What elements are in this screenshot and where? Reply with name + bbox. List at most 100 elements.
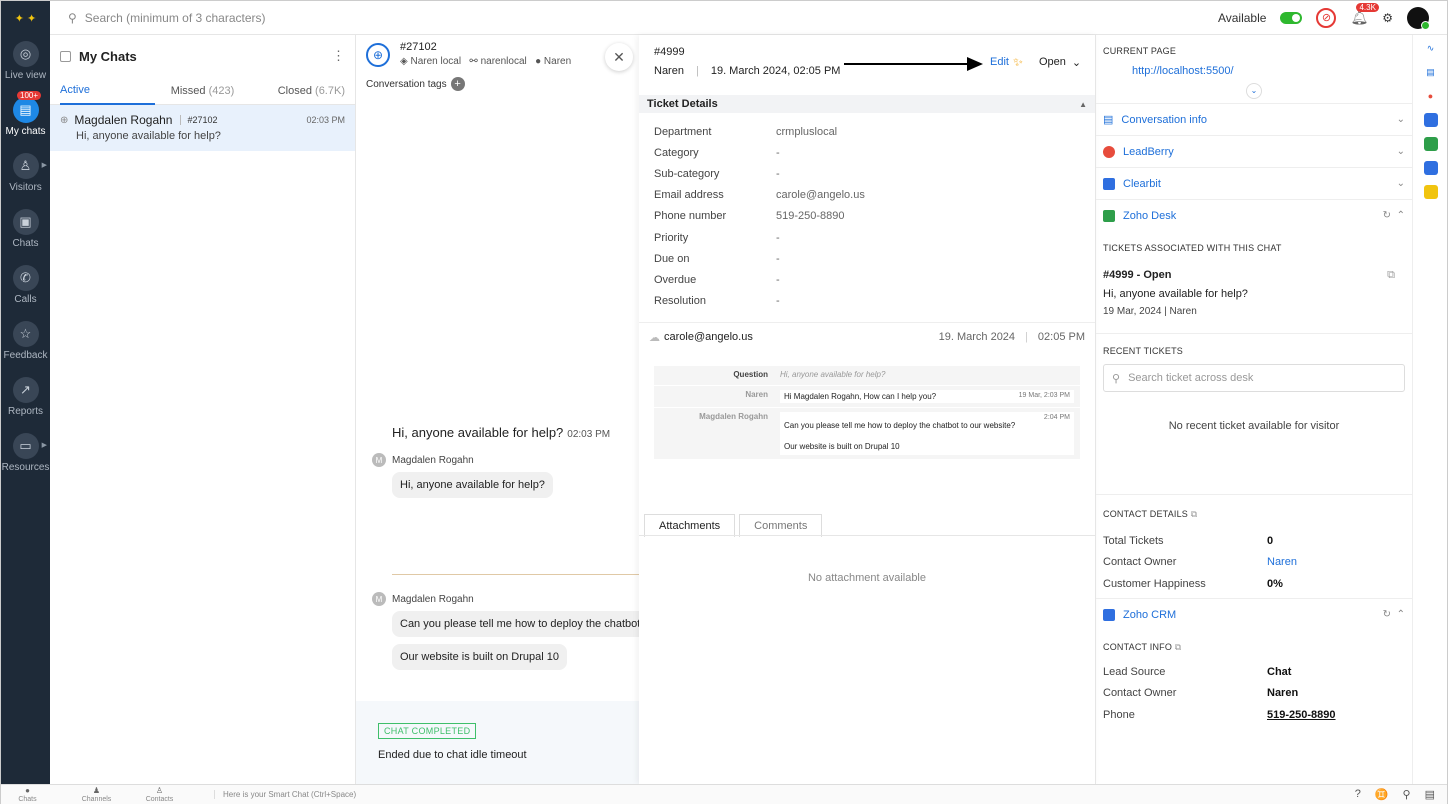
chat-bubble-icon: ▤ bbox=[12, 97, 39, 123]
contact-detail-row: Total Tickets 0 bbox=[1103, 530, 1405, 552]
current-page-link[interactable]: http://localhost:5500/ bbox=[1132, 65, 1405, 77]
section-clearbit[interactable]: Clearbit ⌄ bbox=[1096, 167, 1412, 199]
contact-info-value[interactable]: 519-250-8890 bbox=[1267, 709, 1336, 721]
associated-ticket[interactable]: #4999 - Open ⧉ bbox=[1103, 269, 1405, 282]
mail-icon: ☁ bbox=[649, 331, 660, 344]
leadberry-icon bbox=[1103, 145, 1115, 158]
zoho-desk-icon bbox=[1103, 209, 1115, 222]
nav-reports[interactable]: ↗ Reports bbox=[1, 371, 50, 427]
tab-comments[interactable]: Comments bbox=[739, 514, 823, 537]
message-bubble: Hi, anyone available for help? bbox=[392, 472, 553, 498]
search-input[interactable]: Search (minimum of 3 characters) bbox=[85, 11, 266, 25]
nav-calls[interactable]: ✆ Calls bbox=[1, 259, 50, 315]
nav-resources[interactable]: ▭ Resources ▶ bbox=[1, 427, 50, 483]
nav-visitors[interactable]: ♙ Visitors ▶ bbox=[1, 147, 50, 203]
visitor-avatar-icon: M bbox=[372, 592, 386, 606]
bell-icon[interactable]: 🔔︎ 4.3K bbox=[1350, 3, 1379, 26]
contact-info-row: Lead Source Chat bbox=[1103, 661, 1405, 683]
external-link-icon[interactable]: ⧉ bbox=[1191, 509, 1198, 519]
search-icon: ⚲ bbox=[68, 10, 77, 25]
bottom-contacts[interactable]: ♙ Contacts bbox=[133, 786, 186, 804]
help-icon[interactable]: ? bbox=[1355, 788, 1361, 801]
add-tag-button[interactable]: + bbox=[450, 77, 465, 91]
box-icon: ▭ bbox=[12, 433, 39, 459]
top-right-controls: Available ⊘ 🔔︎ 4.3K ⚙ bbox=[1218, 3, 1447, 30]
chat-visitor-name: Magdalen Rogahn bbox=[74, 113, 173, 127]
chevron-down-icon: ⌄ bbox=[1071, 57, 1082, 69]
user-avatar[interactable] bbox=[1407, 6, 1430, 30]
message-bubble: Our website is built on Drupal 10 bbox=[392, 644, 567, 670]
conversation-tags: Conversation tags + bbox=[356, 77, 639, 91]
no-recent-ticket-text: No recent ticket available for visitor bbox=[1168, 420, 1340, 432]
contact-info-value: Chat bbox=[1267, 665, 1292, 678]
nav-my-chats[interactable]: 100+ ▤ My chats bbox=[1, 91, 50, 147]
ticket-field-label: Phone number bbox=[654, 210, 727, 223]
ticket-field-row: Resolution - bbox=[654, 291, 1080, 312]
availability-toggle[interactable] bbox=[1280, 11, 1303, 24]
chat-ended-text: Ended due to chat idle timeout bbox=[378, 749, 527, 761]
mail-from: carole@angelo.us bbox=[664, 331, 753, 344]
contact-detail-value: 0 bbox=[1267, 534, 1274, 547]
nav-live-view[interactable]: ◎ Live view bbox=[1, 35, 50, 91]
chat-time: 02:03 PM bbox=[306, 115, 345, 125]
bottom-chats[interactable]: ● Chats bbox=[1, 786, 54, 804]
ticket-field-value: - bbox=[776, 146, 780, 159]
chevron-down-icon: ⌄ bbox=[1396, 114, 1405, 125]
tab-missed[interactable]: Missed (423) bbox=[155, 85, 250, 97]
ticket-field-label: Resolution bbox=[654, 295, 706, 308]
contact-detail-label: Total Tickets bbox=[1103, 534, 1164, 547]
global-search[interactable]: ⚲ Search (minimum of 3 characters) bbox=[68, 11, 266, 25]
external-link-icon[interactable]: ⧉ bbox=[1175, 642, 1182, 652]
gear-icon[interactable]: ⚙ bbox=[1382, 11, 1393, 25]
close-ticket-panel-button[interactable]: ✕ bbox=[605, 43, 633, 71]
contact-detail-value[interactable]: Naren bbox=[1267, 556, 1297, 568]
user-icon: ♙ bbox=[12, 153, 39, 179]
notes-icon[interactable]: ▤ bbox=[1425, 788, 1435, 801]
zoho-desk-icon[interactable] bbox=[1423, 137, 1438, 151]
expand-url-button[interactable]: ⌄ bbox=[1103, 83, 1405, 99]
more-options-icon[interactable]: ⋮ bbox=[332, 48, 345, 64]
nav-feedback[interactable]: ☆ Feedback bbox=[1, 315, 50, 371]
tab-active[interactable]: Active bbox=[60, 77, 155, 105]
sparkle-icon[interactable]: ✨︎ bbox=[1013, 55, 1023, 70]
activity-icon[interactable]: ∿ bbox=[1424, 41, 1438, 55]
tickets-associated-label: TICKETS ASSOCIATED WITH THIS CHAT bbox=[1103, 243, 1282, 253]
zoho-crm-icon[interactable] bbox=[1423, 161, 1438, 175]
section-zoho-crm[interactable]: Zoho CRM ↻ ⌃ bbox=[1096, 598, 1412, 630]
chat-list-item[interactable]: ⊕ Magdalen Rogahn #27102 02:03 PM Hi, an… bbox=[50, 105, 355, 151]
edit-ticket-button[interactable]: Edit bbox=[990, 56, 1009, 68]
ticket-details-section-header[interactable]: Ticket Details ▲ bbox=[639, 95, 1095, 113]
ticket-search-input[interactable]: ⚲ Search ticket across desk bbox=[1103, 364, 1405, 392]
contact-info-label: CONTACT INFO ⧉ bbox=[1103, 642, 1182, 652]
no-entry-icon[interactable]: ⊘ bbox=[1316, 7, 1337, 28]
conversation-info-icon[interactable]: ▤ bbox=[1424, 65, 1438, 79]
section-conversation-info[interactable]: ▤ Conversation info ⌄ bbox=[1096, 103, 1412, 135]
refresh-icon[interactable]: ↻ ⌃ bbox=[1383, 210, 1405, 221]
tab-attachments[interactable]: Attachments bbox=[644, 514, 736, 537]
ticket-field-row: Sub-category - bbox=[654, 163, 1080, 184]
leadberry-icon[interactable]: ● bbox=[1424, 89, 1438, 103]
conversation-header: ⊕ #27102 ◈ Naren local ⚯ narenlocal ● Na… bbox=[356, 35, 639, 77]
contact-info-label: Lead Source bbox=[1103, 665, 1166, 678]
channels-icon: ♟ bbox=[92, 785, 101, 795]
people-icon[interactable]: ♊ bbox=[1375, 788, 1389, 801]
group-icon: ⚯ bbox=[469, 56, 478, 67]
search-icon[interactable]: ⚲ bbox=[1403, 788, 1411, 801]
refresh-icon[interactable]: ↻ ⌃ bbox=[1383, 609, 1405, 620]
bottom-channels[interactable]: ♟ Channels bbox=[70, 786, 123, 804]
integration-icon[interactable] bbox=[1423, 185, 1438, 199]
external-link-icon[interactable]: ⧉ bbox=[1387, 269, 1405, 282]
section-zoho-desk[interactable]: Zoho Desk ↻ ⌃ bbox=[1096, 199, 1412, 231]
clearbit-icon[interactable] bbox=[1423, 113, 1438, 127]
recent-tickets-label: RECENT TICKETS bbox=[1103, 346, 1183, 356]
smart-chat-input[interactable]: Here is your Smart Chat (Ctrl+Space) bbox=[214, 790, 356, 799]
select-all-checkbox[interactable] bbox=[60, 50, 71, 62]
ticket-field-row: Phone number 519-250-8890 bbox=[654, 206, 1080, 227]
section-leadberry[interactable]: LeadBerry ⌄ bbox=[1096, 135, 1412, 167]
ticket-status-dropdown[interactable]: Open ⌄ bbox=[1039, 56, 1081, 69]
app-logo-icon: ✦ ✦ bbox=[14, 12, 37, 25]
ticket-owner: Naren bbox=[654, 65, 684, 77]
collapse-icon: ▲ bbox=[1079, 99, 1087, 109]
nav-chats[interactable]: ▣ Chats bbox=[1, 203, 50, 259]
tab-closed[interactable]: Closed (6.7K) bbox=[250, 85, 345, 97]
